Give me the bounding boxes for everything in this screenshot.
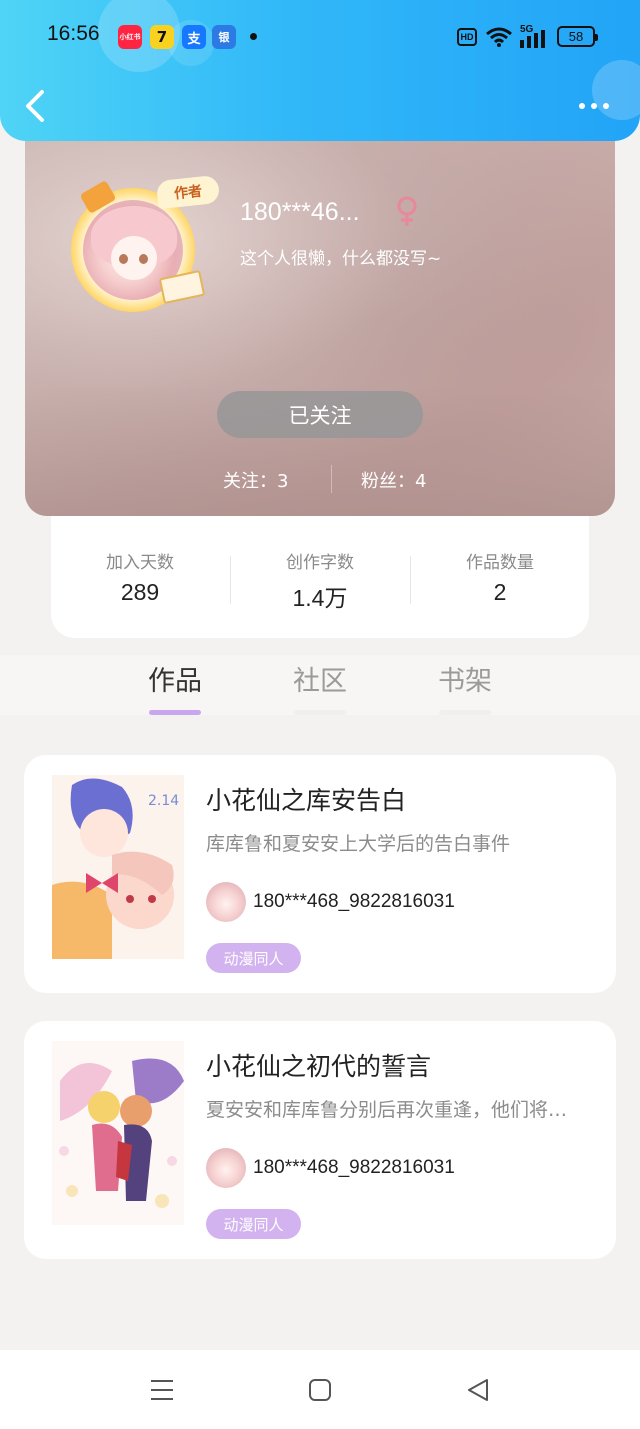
book-description: 夏安安和库库鲁分别后再次重逢，他们将… xyxy=(206,1099,568,1121)
stat-word-count: 创作字数 1.4万 xyxy=(240,548,400,613)
stats-card: 加入天数 289 创作字数 1.4万 作品数量 2 xyxy=(51,514,589,638)
empty-area xyxy=(0,1260,640,1350)
cover-illustration xyxy=(52,1041,184,1225)
book-title: 小花仙之库安告白 xyxy=(206,786,407,815)
triangle-back-icon xyxy=(468,1379,488,1401)
book-author: 180***468_9822816031 xyxy=(206,1147,455,1189)
stat-value: 1.4万 xyxy=(292,585,348,611)
tab-works[interactable]: 作品 xyxy=(135,659,215,715)
stat-label: 创作字数 xyxy=(286,553,354,573)
signal-icon xyxy=(520,30,545,48)
avatar-eye xyxy=(139,254,148,264)
chevron-left-icon xyxy=(26,90,44,122)
tab-label: 书架 xyxy=(438,666,492,697)
user-bio: 这个人很懒，什么都没写~ xyxy=(240,249,442,269)
author-avatar-small xyxy=(206,1148,246,1188)
followers-count[interactable]: 粉丝：4 xyxy=(361,467,426,493)
genre-tag: 动漫同人 xyxy=(206,943,301,973)
book-card[interactable]: 2.14 小花仙之库安告白 库库鲁和夏安安上大学后的告白事件 180***468… xyxy=(24,755,616,993)
stat-label: 作品数量 xyxy=(466,553,534,573)
more-dot-icon xyxy=(591,103,597,109)
author-avatar-small xyxy=(206,882,246,922)
divider xyxy=(331,465,332,493)
tab-bar: 作品 社区 书架 xyxy=(0,655,640,715)
tab-label: 作品 xyxy=(148,666,202,697)
author-name: 180***468_9822816031 xyxy=(253,1157,455,1178)
tab-indicator xyxy=(294,710,346,715)
more-dot-icon xyxy=(603,103,609,109)
book-card[interactable]: 小花仙之初代的誓言 夏安安和库库鲁分别后再次重逢，他们将… 180***468_… xyxy=(24,1021,616,1259)
avatar-eye xyxy=(119,254,128,264)
book-title: 小花仙之初代的誓言 xyxy=(206,1052,432,1081)
genre-tag: 动漫同人 xyxy=(206,1209,301,1239)
wifi-icon xyxy=(486,27,512,47)
tab-label: 社区 xyxy=(293,666,347,697)
status-bar: 16:56 小红书 7 支 银 HD 5G 58 xyxy=(0,0,640,76)
hd-icon: HD xyxy=(457,28,477,46)
stat-join-days: 加入天数 289 xyxy=(60,548,220,606)
stat-value: 289 xyxy=(120,579,160,605)
back-button[interactable] xyxy=(22,88,52,124)
book-author: 180***468_9822816031 xyxy=(206,881,455,923)
following-count[interactable]: 关注：3 xyxy=(223,467,288,493)
follow-counts: 关注：3 粉丝：4 xyxy=(25,465,615,495)
tab-indicator xyxy=(149,710,201,715)
menu-icon xyxy=(151,1380,173,1400)
home-button[interactable] xyxy=(300,1372,340,1408)
stat-value: 2 xyxy=(493,579,507,605)
book-cover: 2.14 xyxy=(52,775,184,959)
more-dot-icon xyxy=(579,103,585,109)
username: 180***46... xyxy=(240,198,360,226)
female-icon xyxy=(397,196,417,226)
svg-text:2.14: 2.14 xyxy=(148,793,179,809)
book-description: 库库鲁和夏安安上大学后的告白事件 xyxy=(206,833,511,855)
author-name: 180***468_9822816031 xyxy=(253,891,455,912)
cover-illustration: 2.14 xyxy=(52,775,184,959)
tab-community[interactable]: 社区 xyxy=(280,659,360,715)
divider xyxy=(410,556,411,604)
stat-works-count: 作品数量 2 xyxy=(420,548,580,606)
top-bar: 16:56 小红书 7 支 银 HD 5G 58 xyxy=(0,0,640,141)
more-options-button[interactable] xyxy=(574,94,614,118)
stat-label: 加入天数 xyxy=(106,553,174,573)
recent-apps-button[interactable] xyxy=(142,1372,182,1408)
system-nav-bar xyxy=(0,1350,640,1429)
seven-app-icon: 7 xyxy=(150,25,174,49)
tab-bookshelf[interactable]: 书架 xyxy=(425,659,505,715)
square-home-icon xyxy=(309,1379,331,1401)
author-badge: 作者 xyxy=(155,174,221,210)
notification-dot-icon xyxy=(250,33,257,40)
avatar-face xyxy=(111,236,157,280)
profile-card: 作者 180***46... 这个人很懒，什么都没写~ 已关注 关注：3 粉丝：… xyxy=(25,120,615,516)
book-cover xyxy=(52,1041,184,1225)
divider xyxy=(230,556,231,604)
xiaohongshu-app-icon: 小红书 xyxy=(118,25,142,49)
follow-button[interactable]: 已关注 xyxy=(217,391,423,438)
status-time: 16:56 xyxy=(47,22,100,45)
battery-icon: 58 xyxy=(557,26,598,47)
alipay-app-icon: 支 xyxy=(182,25,206,49)
system-back-button[interactable] xyxy=(458,1372,498,1408)
tab-indicator xyxy=(439,710,491,715)
author-avatar[interactable]: 作者 xyxy=(69,174,221,312)
bank-app-icon: 银 xyxy=(212,25,236,49)
